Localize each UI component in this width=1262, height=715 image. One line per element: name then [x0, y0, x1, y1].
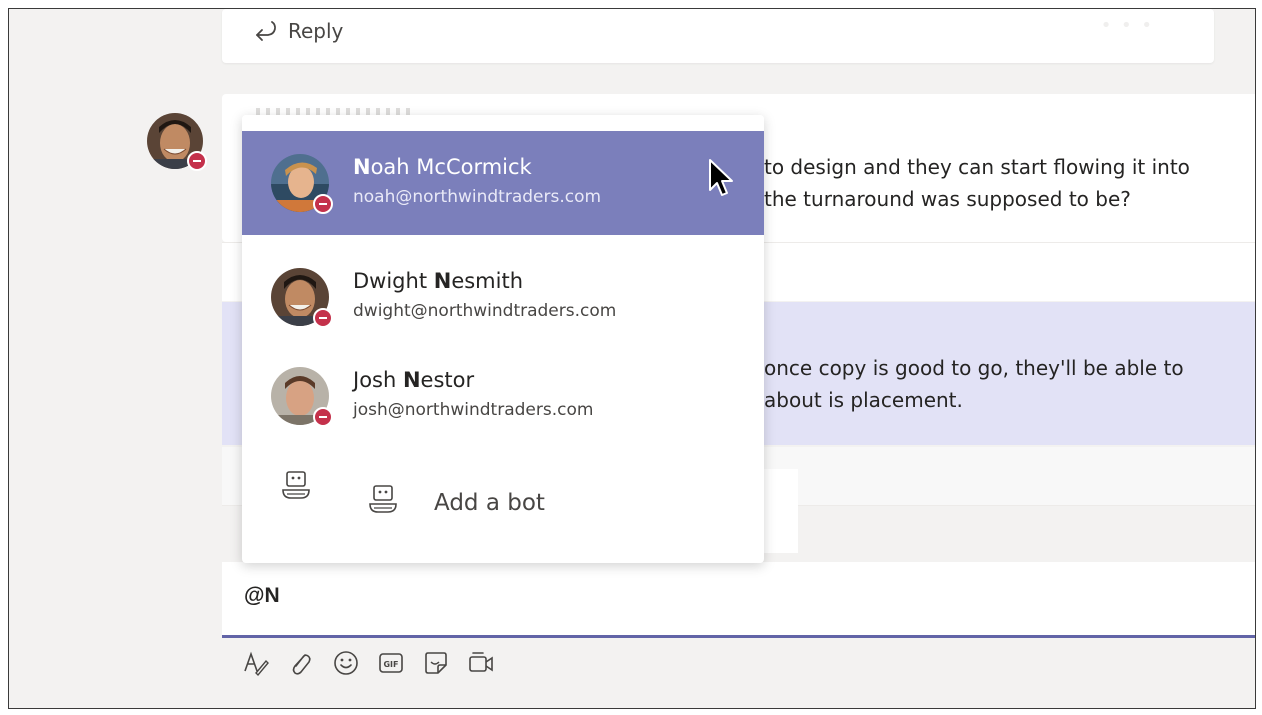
avatar: [271, 367, 333, 427]
presence-busy-icon: [313, 407, 333, 427]
message-line: the turnaround was supposed to be?: [764, 187, 1131, 211]
more-options-icon[interactable]: • • •: [1101, 15, 1154, 36]
add-bot-option[interactable]: Add a bot: [242, 460, 764, 540]
popup-edge: [764, 469, 798, 553]
mention-suggestions: Noah McCormick noah@northwindtraders.com…: [242, 115, 764, 563]
reply-card: Reply • • •: [222, 9, 1214, 63]
message-line: once copy is good to go, they'll be able…: [764, 356, 1184, 380]
format-icon[interactable]: [242, 649, 270, 677]
reply-button[interactable]: Reply: [252, 19, 343, 43]
person-email: noah@northwindtraders.com: [353, 187, 602, 207]
person-name: Dwight Nesmith: [353, 269, 524, 293]
gif-icon[interactable]: GIF: [377, 649, 405, 677]
bot-icon: [282, 471, 310, 499]
compose-box[interactable]: @N: [222, 562, 1255, 638]
compose-toolbar: GIF: [242, 649, 512, 677]
sticker-icon[interactable]: [422, 649, 450, 677]
person-name: Josh Nestor: [353, 368, 475, 392]
mention-option-noah[interactable]: Noah McCormick noah@northwindtraders.com: [242, 131, 764, 235]
attach-icon[interactable]: [287, 649, 315, 677]
presence-busy-icon: [313, 308, 333, 328]
message-line: to design and they can start flowing it …: [764, 155, 1190, 179]
avatar[interactable]: [147, 113, 207, 171]
add-bot-label: Add a bot: [434, 490, 545, 516]
presence-busy-icon: [313, 194, 333, 214]
person-name: Noah McCormick: [353, 155, 532, 179]
emoji-icon[interactable]: [332, 649, 360, 677]
message-body: to design and they can start flowing it …: [764, 151, 1190, 215]
message-line: about is placement.: [764, 388, 963, 412]
teams-chat-window: Reply • • • to design and they can start…: [8, 8, 1256, 709]
presence-busy-icon: [187, 151, 207, 171]
meet-now-icon[interactable]: [467, 649, 495, 677]
bot-icon: [369, 485, 397, 513]
person-email: dwight@northwindtraders.com: [353, 301, 617, 321]
mention-option-dwight[interactable]: Dwight Nesmith dwight@northwindtraders.c…: [242, 245, 764, 349]
mouse-cursor-icon: [709, 159, 733, 196]
popup-top: [242, 115, 764, 131]
reply-icon: [256, 21, 276, 41]
compose-input[interactable]: @N: [244, 584, 280, 608]
svg-text:GIF: GIF: [383, 660, 398, 669]
reply-label: Reply: [288, 19, 344, 43]
mention-option-josh[interactable]: Josh Nestor josh@northwindtraders.com: [242, 344, 764, 448]
avatar: [271, 268, 333, 328]
avatar: [271, 154, 333, 214]
person-email: josh@northwindtraders.com: [353, 400, 594, 420]
message-body: once copy is good to go, they'll be able…: [764, 352, 1184, 416]
